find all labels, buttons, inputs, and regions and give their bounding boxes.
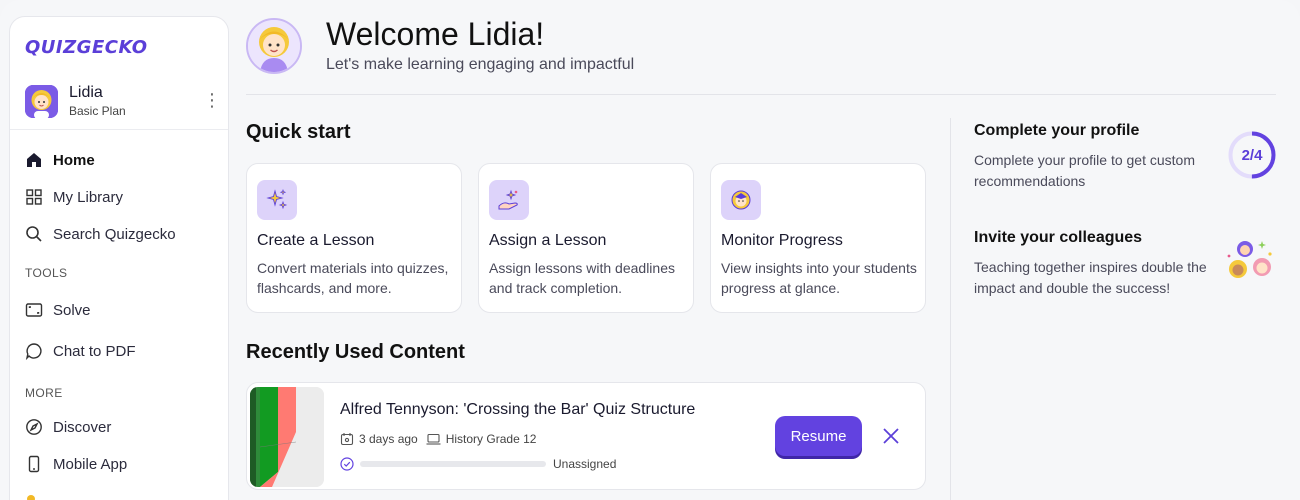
list-item[interactable]: Alfred Tennyson: 'Crossing the Bar' Quiz… bbox=[246, 382, 926, 490]
header-divider bbox=[246, 94, 1276, 95]
content-time: 3 days ago bbox=[359, 432, 418, 446]
sparkles-icon bbox=[257, 180, 297, 220]
user-plan: Basic Plan bbox=[69, 104, 126, 118]
screen-crop-icon bbox=[25, 301, 43, 319]
complete-profile-description: Complete your profile to get custom reco… bbox=[974, 152, 1195, 189]
page-subtitle: Let's make learning engaging and impactf… bbox=[326, 56, 635, 73]
more-options-icon[interactable]: ⋮ bbox=[203, 89, 221, 111]
resume-button[interactable]: Resume bbox=[775, 416, 862, 456]
complete-profile-title[interactable]: Complete your profile bbox=[974, 122, 1139, 140]
monitor-progress-card[interactable]: Monitor Progress View insights into your… bbox=[710, 163, 926, 313]
card-description: View insights into your students progres… bbox=[721, 260, 917, 296]
laptop-icon bbox=[426, 433, 441, 445]
section-label-tools: TOOLS bbox=[25, 266, 68, 280]
content-thumbnail bbox=[250, 387, 324, 487]
content-meta: 3 days ago History Grade 12 bbox=[340, 432, 544, 446]
close-icon[interactable] bbox=[879, 424, 903, 448]
avatar bbox=[25, 84, 58, 118]
grid-icon bbox=[25, 188, 43, 206]
sidebar-item-chat-to-pdf[interactable]: Chat to PDF bbox=[25, 339, 136, 363]
card-description: Assign lessons with deadlines and track … bbox=[489, 260, 675, 296]
sidebar-divider bbox=[10, 129, 228, 130]
sidebar-item-label: Mobile App bbox=[53, 455, 128, 473]
student-icon bbox=[721, 180, 761, 220]
content-status: Unassigned bbox=[553, 457, 617, 471]
sidebar-item-label: Chat to PDF bbox=[53, 342, 136, 360]
invite-colleagues-description: Teaching together inspires double the im… bbox=[974, 259, 1207, 296]
sidebar-item-label: My Library bbox=[53, 188, 124, 206]
sidebar-item-label: Solve bbox=[53, 301, 91, 319]
partial-item-icon bbox=[27, 495, 35, 500]
profile-progress-label: 2/4 bbox=[1241, 146, 1263, 164]
app-window: QUIZGECKO Lidia Basic Plan ⋮ Home My Lib… bbox=[0, 0, 1300, 500]
page-title: Welcome Lidia! bbox=[326, 16, 545, 52]
avatar bbox=[246, 18, 302, 74]
home-icon bbox=[25, 151, 43, 169]
sidebar-item-label: Discover bbox=[53, 418, 112, 436]
sidebar-item-mobile-app[interactable]: Mobile App bbox=[25, 452, 127, 476]
user-profile[interactable]: Lidia Basic Plan ⋮ bbox=[25, 83, 221, 119]
sidebar-item-home[interactable]: Home bbox=[25, 148, 95, 172]
calendar-icon bbox=[340, 433, 354, 446]
user-name: Lidia bbox=[69, 84, 103, 101]
card-description: Convert materials into quizzes, flashcar… bbox=[257, 260, 449, 296]
assign-lesson-card[interactable]: Assign a Lesson Assign lessons with dead… bbox=[478, 163, 694, 313]
content-title[interactable]: Alfred Tennyson: 'Crossing the Bar' Quiz… bbox=[340, 401, 695, 419]
card-title: Create a Lesson bbox=[257, 232, 375, 249]
section-label-more: MORE bbox=[25, 386, 63, 400]
sidebar-item-label: Home bbox=[53, 151, 95, 169]
quick-start-heading: Quick start bbox=[246, 121, 351, 143]
sidebar-item-my-library[interactable]: My Library bbox=[25, 185, 123, 209]
sidebar-item-label: Search Quizgecko bbox=[53, 225, 176, 243]
sidebar-item-solve[interactable]: Solve bbox=[25, 298, 91, 322]
column-divider bbox=[950, 118, 951, 500]
colleagues-icon bbox=[1227, 241, 1272, 278]
chat-icon bbox=[25, 342, 43, 360]
phone-icon bbox=[25, 455, 43, 473]
compass-icon bbox=[25, 418, 43, 436]
sidebar: QUIZGECKO Lidia Basic Plan ⋮ Home My Lib… bbox=[9, 16, 229, 500]
content-group: History Grade 12 bbox=[445, 432, 537, 446]
sidebar-item-discover[interactable]: Discover bbox=[25, 415, 111, 439]
check-circle-icon bbox=[340, 457, 354, 471]
sidebar-item-search[interactable]: Search Quizgecko bbox=[25, 222, 176, 246]
hand-star-icon bbox=[489, 180, 529, 220]
recent-content-heading: Recently Used Content bbox=[246, 341, 465, 363]
search-icon bbox=[25, 225, 43, 243]
card-title: Monitor Progress bbox=[721, 232, 843, 249]
content-progress: Unassigned bbox=[340, 457, 616, 471]
app-logo[interactable]: QUIZGECKO bbox=[25, 37, 148, 58]
create-lesson-card[interactable]: Create a Lesson Convert materials into q… bbox=[246, 163, 462, 313]
invite-colleagues-title[interactable]: Invite your colleagues bbox=[974, 229, 1142, 247]
card-title: Assign a Lesson bbox=[489, 232, 607, 249]
progress-bar bbox=[360, 461, 546, 467]
